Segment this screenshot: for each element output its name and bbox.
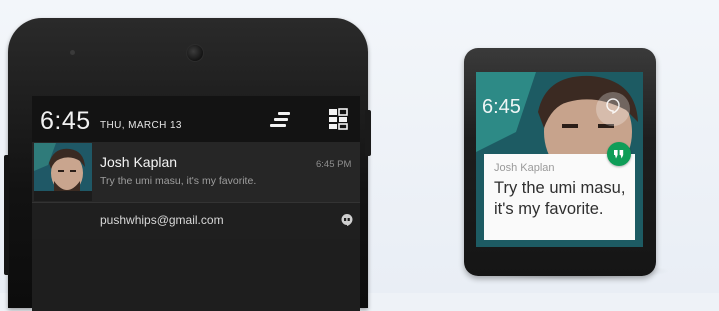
- hangouts-icon: [607, 142, 631, 166]
- power-button: [365, 110, 371, 156]
- notification-sender: Josh Kaplan: [100, 154, 178, 170]
- background: 6:45 THU, MARCH 13 Josh Kaplan Try the u…: [0, 0, 719, 311]
- phone-screen: 6:45 THU, MARCH 13 Josh Kaplan Try the u…: [32, 96, 360, 311]
- page-indicator: [550, 241, 574, 245]
- account-email: pushwhips@gmail.com: [100, 213, 224, 227]
- phone-clock: 6:45: [40, 107, 91, 135]
- account-row[interactable]: pushwhips@gmail.com: [32, 203, 360, 239]
- card-message: Try the umi masu, it's my favorite.: [494, 179, 626, 218]
- message-notification[interactable]: Josh Kaplan Try the umi masu, it's my fa…: [32, 142, 360, 202]
- front-camera: [186, 44, 204, 62]
- notification-shade-header: 6:45 THU, MARCH 13: [32, 96, 360, 142]
- phone-date: THU, MARCH 13: [100, 120, 182, 131]
- smartwatch-device: 6:45 Josh Kaplan Try the umi masu, it's …: [464, 48, 656, 276]
- watch-screen: 6:45 Josh Kaplan Try the umi masu, it's …: [476, 72, 643, 247]
- sensor-dot: [70, 50, 75, 55]
- phone-device: 6:45 THU, MARCH 13 Josh Kaplan Try the u…: [8, 18, 368, 311]
- hangouts-icon: [340, 213, 354, 227]
- notification-card[interactable]: Josh Kaplan Try the umi masu, it's my fa…: [484, 154, 635, 240]
- hangouts-outline-icon: [606, 98, 620, 119]
- watch-clock: 6:45: [482, 96, 521, 118]
- volume-button: [4, 155, 9, 275]
- card-sender: Josh Kaplan: [494, 162, 555, 174]
- notification-shade-icon[interactable]: [268, 110, 292, 130]
- sender-avatar: [34, 143, 92, 201]
- notification-message: Try the umi masu, it's my favorite.: [100, 175, 257, 187]
- quick-settings-icon[interactable]: [328, 108, 348, 130]
- notification-time: 6:45 PM: [316, 159, 352, 170]
